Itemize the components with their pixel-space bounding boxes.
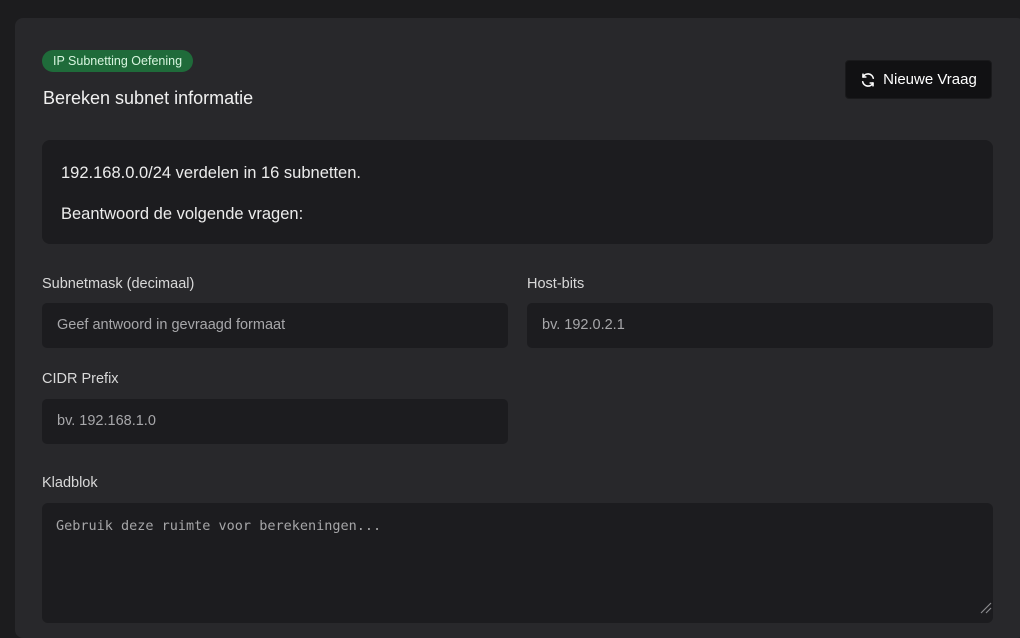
page-title: Bereken subnet informatie bbox=[43, 88, 254, 108]
resize-handle-icon[interactable] bbox=[977, 599, 993, 615]
host-bits-label: Host-bits bbox=[527, 276, 585, 292]
subnetmask-input[interactable]: Geef antwoord in gevraagd formaat bbox=[42, 303, 508, 348]
scratchpad-label: Kladblok bbox=[42, 475, 98, 491]
scratchpad-placeholder: Gebruik deze ruimte voor berekeningen... bbox=[56, 518, 382, 534]
new-question-button[interactable]: Nieuwe Vraag bbox=[845, 60, 992, 99]
exercise-badge: IP Subnetting Oefening bbox=[42, 50, 194, 72]
question-box: 192.168.0.0/24 verdelen in 16 subnetten.… bbox=[42, 140, 993, 244]
host-bits-input[interactable]: bv. 192.0.2.1 bbox=[527, 303, 993, 348]
scratchpad-textarea[interactable]: Gebruik deze ruimte voor berekeningen... bbox=[42, 503, 993, 623]
exercise-card: IP Subnetting Oefening Bereken subnet in… bbox=[15, 18, 1020, 638]
cidr-prefix-input[interactable]: bv. 192.168.1.0 bbox=[42, 399, 508, 444]
subnetmask-label: Subnetmask (decimaal) bbox=[42, 276, 195, 292]
new-question-label: Nieuwe Vraag bbox=[883, 71, 977, 88]
refresh-icon bbox=[860, 72, 876, 88]
question-text: 192.168.0.0/24 verdelen in 16 subnetten. bbox=[61, 164, 361, 182]
question-instruction: Beantwoord de volgende vragen: bbox=[61, 205, 304, 223]
cidr-prefix-label: CIDR Prefix bbox=[42, 371, 119, 387]
